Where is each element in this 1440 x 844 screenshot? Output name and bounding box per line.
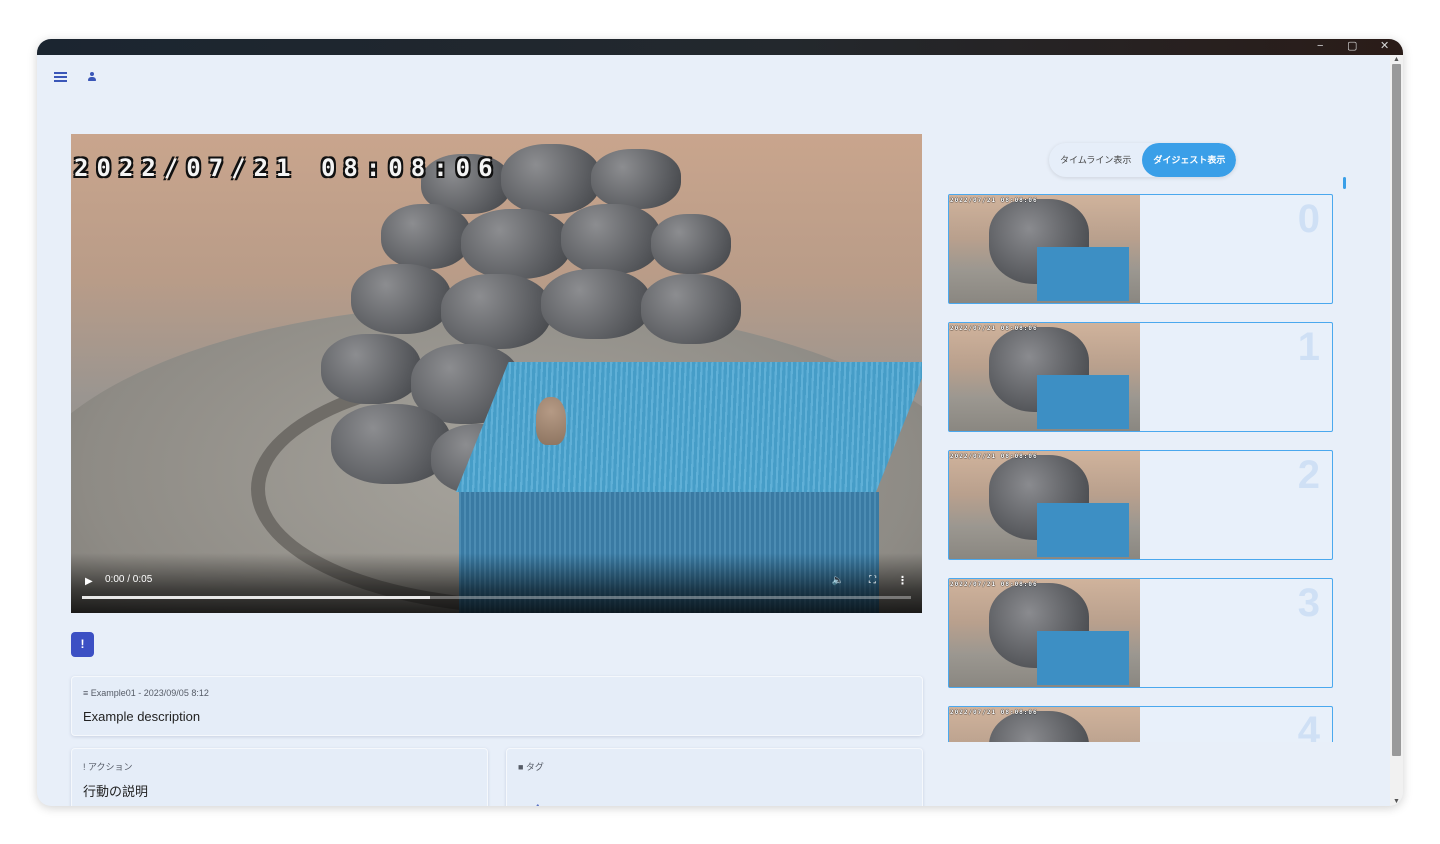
video-time: 0:00 / 0:05 [105, 574, 153, 585]
digest-index: 1 [1297, 325, 1320, 369]
tag-card-label: ■ タグ [518, 762, 544, 772]
digest-item[interactable]: 2022/07/21 08:08:06 1 [948, 322, 1333, 432]
window-titlebar: − ▢ ✕ [37, 39, 1403, 55]
digest-index: 4 [1297, 709, 1320, 742]
description-card: ≡ Example01 - 2023/09/05 8:12 Example de… [71, 676, 923, 736]
digest-index: 3 [1297, 581, 1320, 625]
action-card-label: ! アクション [83, 762, 133, 772]
digest-index: 2 [1297, 453, 1320, 497]
close-button[interactable]: ✕ [1380, 39, 1389, 54]
minimize-button[interactable]: − [1317, 39, 1323, 54]
action-description: 行動の説明 [83, 784, 149, 799]
digest-index: 0 [1297, 197, 1320, 241]
tag-chip[interactable]: A [534, 803, 541, 806]
digest-thumbnail: 2022/07/21 08:08:06 [949, 579, 1140, 687]
digest-thumbnail: 2022/07/21 08:08:06 [949, 195, 1140, 303]
view-toggle: タイムライン表示 ダイジェスト表示 [1049, 143, 1237, 177]
alert-button[interactable]: ! [71, 632, 94, 657]
scrollbar-thumb[interactable] [1392, 64, 1401, 756]
play-button[interactable]: ▶ [85, 576, 93, 587]
video-timestamp-overlay: 2022/07/21 08:08:06 [74, 154, 501, 182]
video-progress-fill [82, 596, 431, 599]
digest-scroll-indicator[interactable] [1343, 177, 1346, 189]
digest-thumbnail: 2022/07/21 08:08:06 [949, 323, 1140, 431]
timeline-view-button[interactable]: タイムライン表示 [1049, 143, 1142, 177]
video-progress-bar[interactable] [82, 596, 911, 599]
blue-box [456, 362, 922, 492]
scroll-up-icon[interactable]: ▲ [1393, 56, 1400, 63]
monkey [536, 397, 566, 445]
fullscreen-icon[interactable]: ⛶ [869, 575, 876, 586]
restore-button[interactable]: ▢ [1347, 39, 1357, 54]
digest-list[interactable]: 2022/07/21 08:08:06 0 2022/07/21 08:08:0… [938, 177, 1343, 742]
menu-icon[interactable] [54, 72, 67, 82]
app-window: − ▢ ✕ 2022/07/21 08:08:06 ▶ 0:00 / 0:05 … [37, 39, 1403, 806]
volume-icon[interactable]: 🔈 [832, 575, 844, 586]
digest-item[interactable]: 2022/07/21 08:08:06 2 [948, 450, 1333, 560]
tag-card: ■ タグ A [506, 748, 923, 806]
digest-view-button[interactable]: ダイジェスト表示 [1142, 143, 1237, 177]
video-controls: ▶ 0:00 / 0:05 🔈 ⛶ ⋮ [71, 553, 922, 613]
person-icon[interactable] [87, 71, 97, 83]
description-text: Example description [83, 709, 201, 724]
digest-item[interactable]: 2022/07/21 08:08:06 3 [948, 578, 1333, 688]
action-card: ! アクション 行動の説明 [71, 748, 488, 806]
scroll-down-icon[interactable]: ▼ [1393, 798, 1400, 805]
video-player[interactable]: 2022/07/21 08:08:06 ▶ 0:00 / 0:05 🔈 ⛶ ⋮ [71, 134, 922, 613]
app-header [37, 55, 1403, 99]
digest-thumbnail: 2022/07/21 08:08:06 [949, 707, 1140, 742]
digest-item[interactable]: 2022/07/21 08:08:06 0 [948, 194, 1333, 304]
digest-thumbnail: 2022/07/21 08:08:06 [949, 451, 1140, 559]
more-options-icon[interactable]: ⋮ [897, 574, 908, 587]
digest-item[interactable]: 2022/07/21 08:08:06 4 [948, 706, 1333, 742]
description-card-label: ≡ Example01 - 2023/09/05 8:12 [83, 688, 209, 698]
page-scrollbar[interactable]: ▲ ▼ [1390, 55, 1403, 806]
